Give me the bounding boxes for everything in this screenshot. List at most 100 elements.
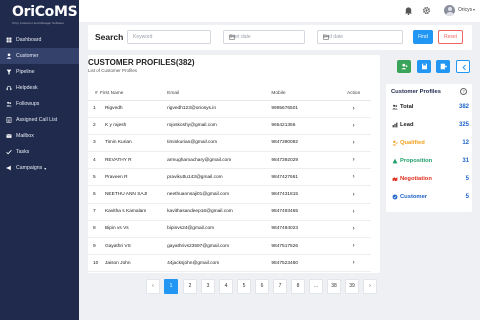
row-mobile: 9847494023 — [271, 220, 337, 239]
page-button-5[interactable]: 5 — [237, 279, 251, 294]
row-num: 5 — [88, 168, 100, 187]
add-user-button[interactable] — [397, 60, 411, 73]
row-mobile: 9847431815 — [271, 185, 337, 204]
row-action-chevron[interactable]: › — [336, 151, 371, 170]
row-mobile: 9847427661 — [271, 168, 337, 187]
prev-page-button[interactable]: ‹ — [146, 279, 160, 294]
sidebar-item-mailbox[interactable]: Mailbox — [0, 128, 79, 144]
chevron-down-icon[interactable]: ▾ — [473, 7, 475, 12]
followups-icon — [6, 101, 12, 107]
table-row[interactable]: 10 Jaison John 44jacksjohn@gmail.com 984752… — [88, 254, 371, 273]
save-icon — [421, 63, 427, 70]
row-name: K y rajesh — [99, 117, 168, 135]
page-ellipsis: ... — [309, 279, 323, 294]
sidebar-item-pipeline[interactable]: Pipeline — [0, 64, 79, 80]
calendar-icon[interactable] — [229, 34, 235, 40]
export-button[interactable] — [436, 60, 450, 73]
stat-negotiation[interactable]: Negotiation 5 — [391, 174, 469, 186]
row-action-chevron[interactable]: › — [336, 134, 371, 153]
row-action-chevron[interactable]: › — [336, 254, 371, 273]
row-email: neethuannsaji01@gmail.com — [167, 185, 272, 204]
sidebar-item-customer[interactable]: Customer — [0, 48, 79, 64]
table-row[interactable]: 1 Rigvedh rigvedh123@oriosys.in 9995676501 › — [88, 100, 371, 118]
bell-icon[interactable] — [404, 6, 413, 15]
stat-proposition[interactable]: Proposition 31 — [391, 156, 469, 168]
sidebar: OriCoMS Oricy Customer and Manager Softw… — [0, 0, 79, 320]
stat-value: 31 — [462, 158, 469, 164]
sidebar-item-label: Dashboard — [16, 37, 42, 43]
table-row[interactable]: 6 NEETHU ANN SAJI neethuannsaji01@gmail.co… — [88, 185, 371, 204]
row-action-chevron[interactable]: › — [336, 203, 371, 221]
stats-panel: Customer Profiles ? Total 382 Lead 325 Q… — [386, 84, 472, 212]
row-num: 1 — [88, 100, 100, 118]
row-name: Kavitha s Kamalam — [99, 203, 168, 221]
page-button-6[interactable]: 6 — [255, 279, 269, 294]
sidebar-item-label: Mailbox — [16, 133, 34, 139]
sidebar-item-campaigns[interactable]: Campaigns ▾ — [0, 160, 79, 176]
people-icon — [392, 104, 398, 110]
page-title: CUSTOMER PROFILES(382) — [88, 58, 195, 67]
keyword-input[interactable]: Keyword — [127, 30, 211, 44]
stat-value: 5 — [465, 176, 469, 182]
row-action-chevron[interactable]: › — [336, 117, 371, 135]
page-button-3[interactable]: 3 — [201, 279, 215, 294]
page-button-7[interactable]: 7 — [273, 279, 287, 294]
stat-lead[interactable]: Lead 325 — [391, 120, 469, 132]
table-row[interactable]: 9 Gayathri VS gayathrivs23597@gmail.com 984… — [88, 237, 371, 256]
call-list-icon — [6, 117, 12, 123]
table-row[interactable]: 3 Timin Kurian timinkurian@gmail.com 984739… — [88, 134, 371, 153]
row-action-chevron[interactable]: › — [336, 168, 371, 187]
page-button-8[interactable]: 8 — [291, 279, 305, 294]
sidebar-item-dashboard[interactable]: Dashboard — [0, 32, 79, 48]
calendar-icon[interactable] — [323, 34, 329, 40]
customer-table: # First Name Email Mobile Action 1 Rigved… — [88, 88, 371, 273]
start-date-input[interactable]: Start date — [223, 30, 305, 44]
table-row[interactable]: 5 Praveen Rpravikuttu143@gmail.com 9847427… — [88, 168, 371, 187]
sidebar-item-label: Pipeline — [16, 69, 35, 75]
row-action-chevron[interactable]: › — [336, 100, 371, 118]
avatar[interactable] — [444, 5, 455, 16]
page-button-2[interactable]: 2 — [183, 279, 197, 294]
sidebar-item-assigned-call-list[interactable]: Assigned Call List — [0, 112, 79, 128]
row-num: 4 — [88, 151, 100, 170]
sidebar-item-followups[interactable]: Followups — [0, 96, 79, 112]
gear-icon[interactable] — [422, 6, 431, 15]
reset-button[interactable]: Reset — [438, 30, 463, 44]
help-icon[interactable]: ? — [460, 88, 467, 95]
col-mobile: Mobile — [271, 88, 337, 101]
table-row[interactable]: 8 Bipin vs Vs bipinvs24@gmail.com 984749402… — [88, 220, 371, 239]
row-email: gayathrivs23597@gmail.com — [167, 237, 272, 256]
sidebar-item-helpdesk[interactable]: Helpdesk — [0, 80, 79, 96]
row-action-chevron[interactable]: › — [336, 185, 371, 204]
page-button-1[interactable]: 1 — [164, 279, 178, 294]
find-button[interactable]: Find — [413, 30, 433, 44]
sidebar-item-tasks[interactable]: Tasks — [0, 144, 79, 160]
row-action-chevron[interactable]: › — [336, 220, 371, 239]
search-label: Search — [95, 32, 124, 42]
end-date-input[interactable]: End date — [317, 30, 403, 44]
user-name[interactable]: Oricys — [458, 7, 472, 13]
row-email: rigvedh123@oriosys.in — [167, 100, 272, 118]
page-button-39[interactable]: 39 — [345, 279, 359, 294]
sidebar-item-label: Helpdesk — [16, 85, 38, 91]
page-button-38[interactable]: 38 — [327, 279, 341, 294]
page-button-4[interactable]: 4 — [219, 279, 233, 294]
stat-customer[interactable]: Customer 5 — [391, 192, 469, 204]
row-num: 8 — [88, 220, 100, 239]
import-button[interactable] — [417, 60, 431, 73]
next-page-button[interactable]: › — [363, 279, 377, 294]
row-action-chevron[interactable]: › — [336, 237, 371, 256]
sidebar-nav: Dashboard Customer Pipeline Helpdesk Fol… — [0, 32, 79, 176]
customer-icon — [6, 53, 12, 59]
stat-total[interactable]: Total 382 — [391, 102, 469, 114]
table-row[interactable]: 4 REVATHY Rarmughamachary@gmail.com 984739… — [88, 151, 371, 170]
row-mobile: 9847493465 — [271, 203, 337, 221]
table-row[interactable]: 7 Kavitha s Kamalam kavithasandeep16@gmail… — [88, 203, 371, 221]
row-mobile: 9847392029 — [271, 151, 337, 170]
row-mobile: 9847390082 — [271, 134, 337, 153]
row-name: Bipin vs Vs — [99, 220, 168, 239]
back-button[interactable] — [456, 60, 470, 73]
table-row[interactable]: 2K y rajesh rojoskoshy@gmail.com 965421356… — [88, 117, 371, 135]
stat-qualified[interactable]: Qualified 12 — [391, 138, 469, 150]
row-name: Gayathri VS — [99, 237, 168, 256]
